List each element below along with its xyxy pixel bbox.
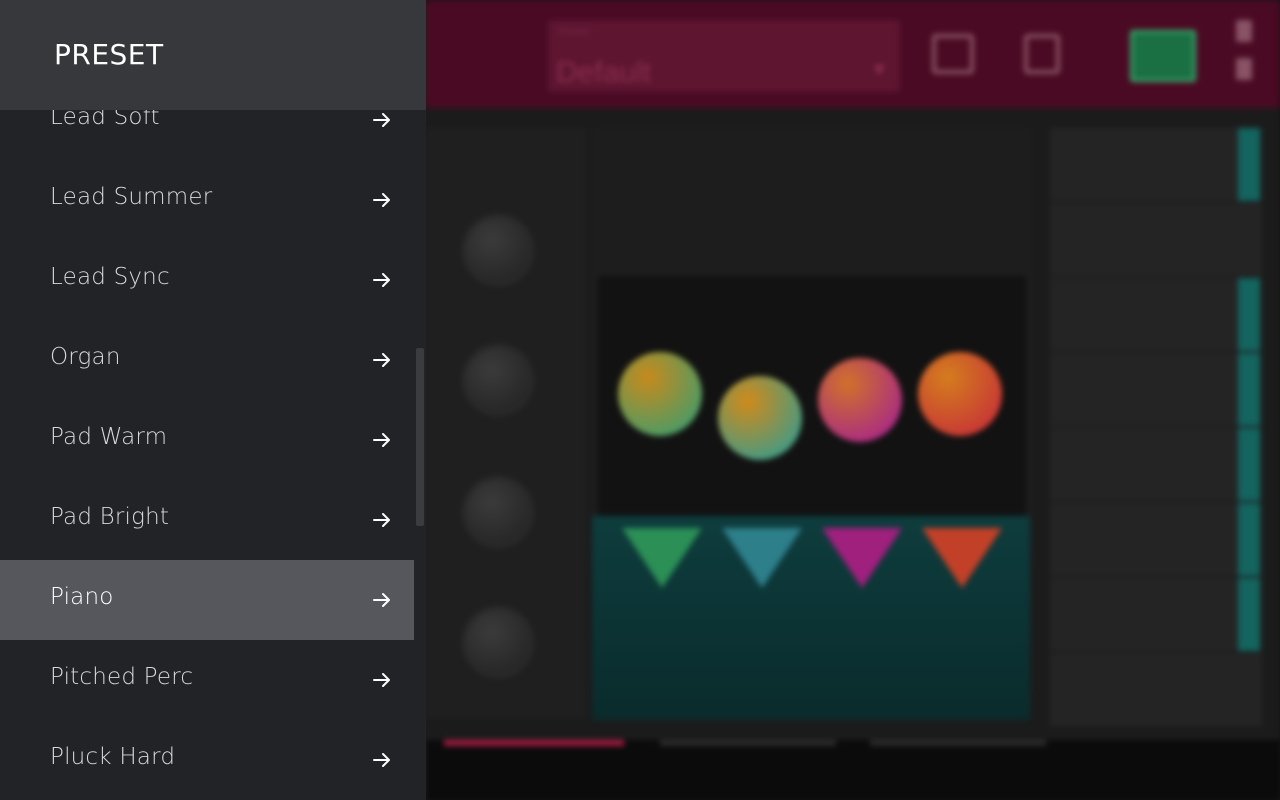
preset-list: Lead Soft Lead Summer Lead Sync Organ Pad Wa…: [0, 80, 414, 800]
preset-selector-label: Preset: [558, 26, 590, 38]
voice-orb: [718, 376, 802, 460]
module-row[interactable]: [1050, 353, 1262, 426]
preset-item[interactable]: Piano: [0, 560, 414, 640]
active-tab-indicator: [444, 740, 624, 746]
voice-shape: [822, 528, 902, 588]
voice-orb: [918, 352, 1002, 436]
module-row[interactable]: [1050, 503, 1262, 576]
module-row[interactable]: [1050, 203, 1262, 276]
preset-item-label: Lead Summer: [50, 184, 213, 210]
preset-selector-value: Default: [556, 56, 652, 89]
bottom-tab-bar: [426, 740, 1280, 800]
module-row[interactable]: [1050, 428, 1262, 501]
preset-item-label: Pad Bright: [50, 504, 170, 530]
arrow-right-icon[interactable]: [372, 430, 392, 450]
arrow-right-icon[interactable]: [372, 110, 392, 130]
chevron-down-icon: ▼: [874, 62, 885, 78]
save-icon[interactable]: [1024, 34, 1060, 74]
preset-item[interactable]: Lead Sync: [0, 240, 414, 320]
arrow-right-icon[interactable]: [372, 510, 392, 530]
voice-shape: [722, 528, 802, 588]
module-row[interactable]: [1050, 278, 1262, 351]
settings-icon[interactable]: [1236, 58, 1252, 80]
preset-item-label: Organ: [50, 344, 121, 370]
preset-item-label: Pitched Perc: [50, 664, 194, 690]
knob[interactable]: [462, 606, 534, 678]
knob[interactable]: [462, 214, 534, 286]
folder-icon[interactable]: [932, 34, 974, 74]
preset-item-label: Lead Sync: [50, 264, 170, 290]
preset-item[interactable]: Organ: [0, 320, 414, 400]
drawer-title: PRESET: [54, 38, 164, 71]
preset-item[interactable]: Pitched Perc: [0, 640, 414, 720]
module-row[interactable]: [1050, 578, 1262, 651]
preset-drawer: Lead Soft Lead Summer Lead Sync Organ Pad Wa…: [0, 0, 426, 800]
preset-item-label: Pluck Hard: [50, 744, 176, 770]
preset-item[interactable]: Pad Bright: [0, 480, 414, 560]
side-icons: [1236, 20, 1256, 90]
module-row[interactable]: [1050, 653, 1262, 726]
arrow-right-icon[interactable]: [372, 350, 392, 370]
display-icon[interactable]: [1130, 30, 1196, 82]
preset-item[interactable]: Lead Summer: [0, 160, 414, 240]
arrow-right-icon[interactable]: [372, 750, 392, 770]
preset-item[interactable]: Pluck Hard: [0, 720, 414, 800]
arrow-right-icon[interactable]: [372, 670, 392, 690]
arrow-right-icon[interactable]: [372, 590, 392, 610]
arrow-right-icon[interactable]: [372, 190, 392, 210]
voice-shape: [922, 528, 1002, 588]
scrollbar-thumb[interactable]: [416, 348, 424, 526]
drawer-header: PRESET: [0, 0, 426, 110]
arrow-right-icon[interactable]: [372, 270, 392, 290]
preset-item-label: Piano: [50, 584, 114, 610]
preset-item-label: Pad Warm: [50, 424, 168, 450]
module-row[interactable]: [1050, 128, 1262, 201]
menu-icon[interactable]: [1236, 20, 1252, 42]
knob[interactable]: [462, 476, 534, 548]
voice-shape: [622, 528, 702, 588]
voice-orb: [818, 358, 902, 442]
voice-orb: [618, 352, 702, 436]
tab-indicator: [870, 740, 1046, 746]
preset-item[interactable]: Pad Warm: [0, 400, 414, 480]
knob[interactable]: [462, 344, 534, 416]
module-list: [1050, 128, 1262, 726]
tab-indicator: [660, 740, 836, 746]
